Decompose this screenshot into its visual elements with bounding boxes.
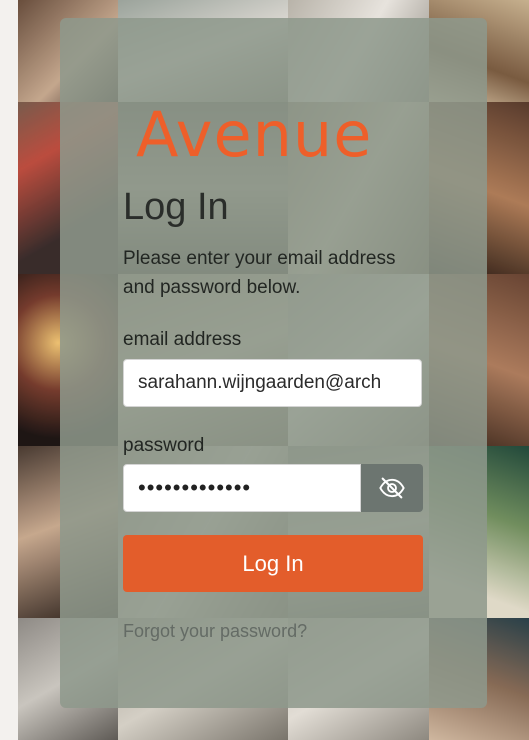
email-label: email address (123, 329, 242, 350)
password-field[interactable] (123, 464, 361, 512)
eye-slash-icon (379, 477, 405, 499)
avenue-logo: Avenue (136, 98, 372, 166)
forgot-password-link[interactable]: Forgot your password? (123, 619, 307, 643)
email-field[interactable] (123, 359, 422, 407)
password-label: password (123, 435, 205, 456)
login-button[interactable]: Log In (123, 535, 423, 592)
login-instructions: Please enter your email address and pass… (123, 248, 396, 298)
toggle-password-visibility-button[interactable] (361, 464, 423, 512)
login-screen: Avenue Log In Please enter your email ad… (0, 0, 529, 740)
logo-text: Avenue (136, 98, 372, 166)
page-title: Log In (123, 186, 229, 228)
